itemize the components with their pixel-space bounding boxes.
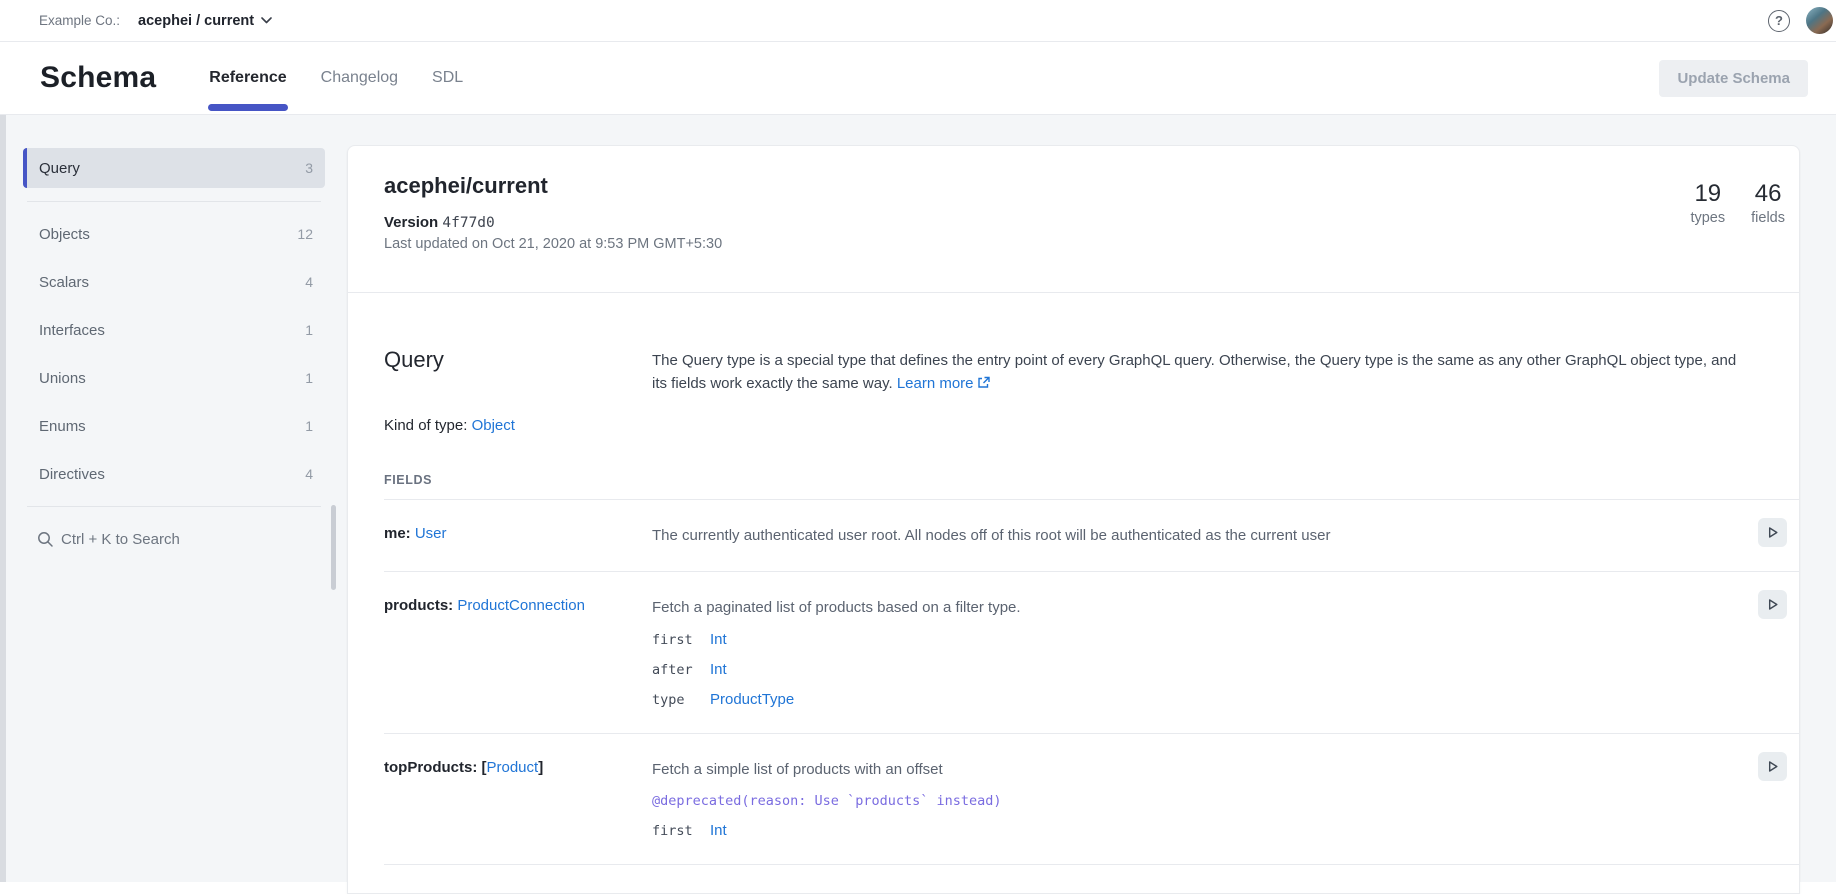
field-type-link[interactable]: ProductConnection [457,597,585,614]
argument-type-link[interactable]: ProductType [710,691,794,708]
field-description: The currently authenticated user root. A… [652,525,1739,546]
field-type-link[interactable]: Product [487,759,539,776]
count-badge: 1 [305,418,313,434]
argument-name: first [652,632,710,648]
argument-row: first Int [652,631,1739,648]
deprecated-directive: @deprecated(reason: Use `products` inste… [652,793,1739,809]
argument-type-link[interactable]: Int [710,631,727,648]
count-badge: 12 [297,226,313,242]
search-hint: Ctrl + K to Search [61,531,180,548]
argument-type-link[interactable]: Int [710,822,727,839]
active-tab-underline [208,104,287,111]
org-label: Example Co.: [39,13,120,28]
fields-section-label: FIELDS [384,473,1799,487]
argument-name: first [652,823,710,839]
graph-selector-value: acephei / current [138,13,254,29]
user-avatar[interactable] [1806,7,1833,34]
sidebar-item-enums[interactable]: Enums 1 [23,402,325,450]
count-badge: 1 [305,322,313,338]
field-name: me: User [384,525,652,546]
type-name-heading: Query [384,347,652,373]
external-link-icon [977,373,990,396]
sidebar-item-unions[interactable]: Unions 1 [23,354,325,402]
run-in-explorer-button[interactable] [1758,518,1787,547]
sidebar-scrollbar-thumb[interactable] [331,505,336,590]
last-updated: Last updated on Oct 21, 2020 at 9:53 PM … [384,236,1763,252]
fields-count: 46 fields [1751,180,1785,226]
play-icon [1765,759,1780,774]
version-header: acephei/current Version 4f77d0 Last upda… [348,146,1799,293]
sidebar-divider [27,201,321,202]
version-line: Version 4f77d0 [384,214,1763,231]
kind-of-type-row: Kind of type: Object [384,417,1799,434]
page-title: Schema [40,61,156,95]
play-icon [1765,525,1780,540]
type-nav-sidebar: Query 3 Objects 12 Scalars 4 Interfaces … [23,148,325,567]
sidebar-item-interfaces[interactable]: Interfaces 1 [23,306,325,354]
argument-row: type ProductType [652,691,1739,708]
tab-changelog[interactable]: Changelog [321,42,398,114]
help-icon[interactable]: ? [1768,10,1790,32]
kind-object-link[interactable]: Object [472,417,515,434]
field-row-me: me: User The currently authenticated use… [384,500,1799,572]
count-badge: 4 [305,466,313,482]
page-header: Schema Reference Changelog SDL Update Sc… [0,42,1836,115]
field-name: products: ProductConnection [384,597,652,708]
field-description: Fetch a paginated list of products based… [652,597,1739,618]
schema-search-trigger[interactable]: Ctrl + K to Search [23,507,325,567]
field-row-products: products: ProductConnection Fetch a pagi… [384,572,1799,734]
tab-bar: Reference Changelog SDL [209,42,463,114]
play-icon [1765,597,1780,612]
field-type-link[interactable]: User [415,525,447,542]
argument-name: type [652,692,710,708]
sidebar-item-query[interactable]: Query 3 [23,148,325,188]
argument-row: first Int [652,822,1739,839]
count-badge: 1 [305,370,313,386]
query-type-section: Query The Query type is a special type t… [348,293,1799,865]
argument-row: after Int [652,661,1739,678]
search-icon [37,531,54,548]
argument-type-link[interactable]: Int [710,661,727,678]
update-schema-button[interactable]: Update Schema [1659,60,1808,97]
run-in-explorer-button[interactable] [1758,590,1787,619]
schema-stats: 19 types 46 fields [1690,180,1785,226]
type-description: The Query type is a special type that de… [652,347,1752,396]
content-area: Query 3 Objects 12 Scalars 4 Interfaces … [0,115,1836,882]
count-badge: 3 [305,160,313,176]
version-label: Version [384,214,438,231]
learn-more-link[interactable]: Learn more [897,375,974,392]
sidebar-item-scalars[interactable]: Scalars 4 [23,258,325,306]
sidebar-item-objects[interactable]: Objects 12 [23,210,325,258]
field-row-topproducts: topProducts: [Product] Fetch a simple li… [384,734,1799,865]
types-count: 19 types [1690,180,1725,226]
schema-reference-card: acephei/current Version 4f77d0 Last upda… [347,145,1800,894]
field-name: topProducts: [Product] [384,759,652,839]
run-in-explorer-button[interactable] [1758,752,1787,781]
sidebar-item-directives[interactable]: Directives 4 [23,450,325,498]
tab-sdl[interactable]: SDL [432,42,463,114]
version-hash: 4f77d0 [442,215,494,231]
argument-name: after [652,662,710,678]
top-bar: Example Co.: acephei / current ? [0,0,1836,42]
field-description: Fetch a simple list of products with an … [652,759,1739,780]
chevron-down-icon [261,17,272,24]
page-scrollbar[interactable] [0,115,6,882]
tab-reference[interactable]: Reference [209,42,286,114]
count-badge: 4 [305,274,313,290]
graph-title: acephei/current [384,173,1763,199]
graph-selector-dropdown[interactable]: acephei / current [138,13,272,29]
